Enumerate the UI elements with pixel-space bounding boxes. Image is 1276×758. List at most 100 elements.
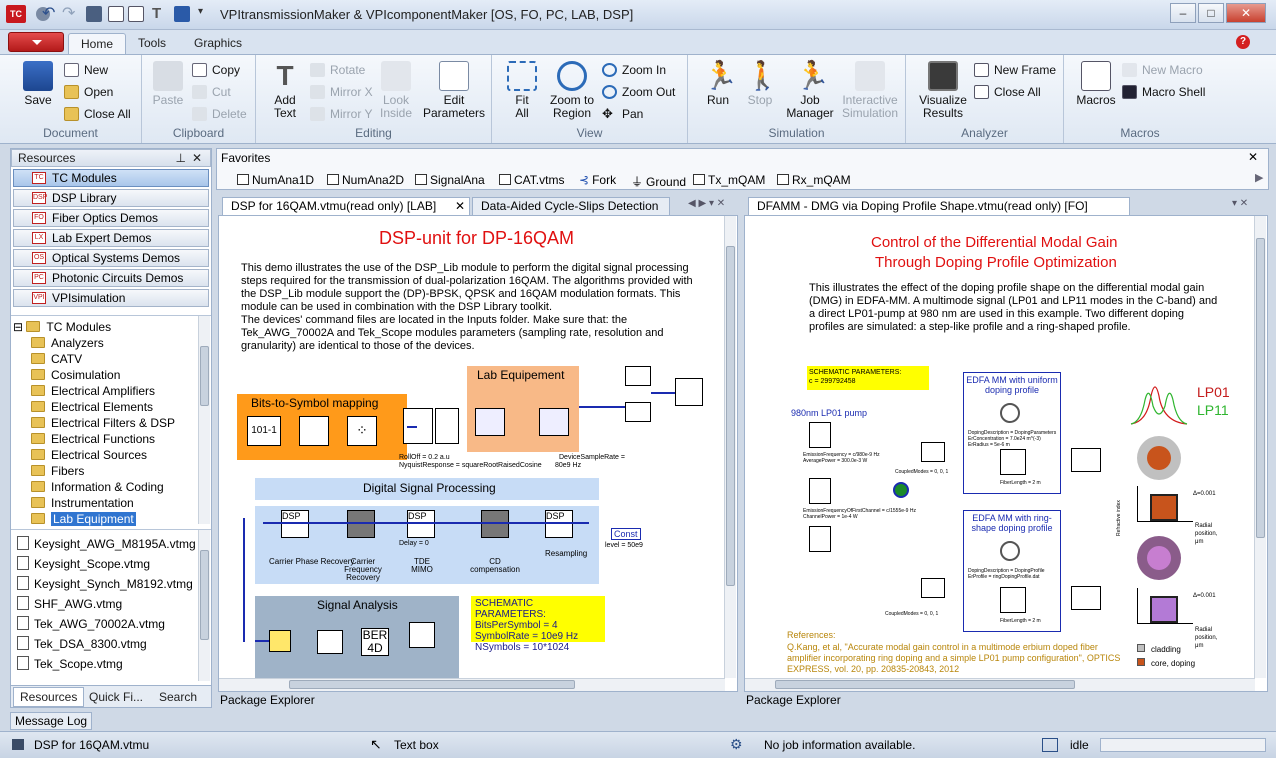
dsp-block-cd[interactable] — [481, 510, 509, 538]
resource-photonic-circuits-demos[interactable]: PC Photonic Circuits Demos — [13, 269, 209, 287]
ber-block[interactable]: BER 4D — [361, 628, 389, 656]
signal-source-block-1[interactable] — [809, 478, 831, 504]
right-tab-nav-icons[interactable]: ▾ ✕ — [1232, 198, 1248, 209]
tree-scrollbar[interactable] — [198, 316, 210, 524]
scroll-thumb[interactable] — [200, 550, 209, 640]
tree-item[interactable]: Fibers — [31, 463, 84, 479]
close-button[interactable]: ✕ — [1226, 3, 1266, 23]
constellation-block[interactable]: ⁘ — [347, 416, 377, 446]
right-document-canvas[interactable]: Control of the Differential Modal Gain T… — [744, 215, 1268, 692]
fav-numana1d[interactable]: NumAna1D — [237, 173, 314, 187]
resource-optical-systems-demos[interactable]: OS Optical Systems Demos — [13, 249, 209, 267]
fav-fork[interactable]: ⊰ Fork — [579, 173, 616, 187]
resource-dsp-library[interactable]: DSP DSP Library — [13, 189, 209, 207]
redo-icon[interactable]: ↷ — [62, 6, 78, 22]
awg-block[interactable] — [475, 408, 505, 436]
mapper-block[interactable] — [299, 416, 329, 446]
rotate-button[interactable]: Rotate — [310, 61, 365, 79]
text-icon[interactable]: T — [152, 6, 168, 22]
tree-item[interactable]: Electrical Sources — [31, 447, 147, 463]
file-item[interactable]: Tek_Scope.vtmg — [17, 656, 123, 672]
tree-item[interactable]: Electrical Amplifiers — [31, 383, 155, 399]
resource-tc-modules[interactable]: TC TC Modules — [13, 169, 209, 187]
maximize-button[interactable]: □ — [1198, 3, 1224, 23]
analyzer-block-1[interactable] — [1071, 448, 1101, 472]
close-favorites-icon[interactable]: ✕ — [1248, 150, 1258, 164]
close-all-docs-button[interactable]: Close All — [64, 105, 131, 123]
left-doc-vscroll[interactable] — [724, 216, 736, 678]
analyzer-block-2[interactable] — [1071, 586, 1101, 610]
quick-access-dropdown-icon[interactable]: ▾ — [198, 6, 214, 22]
dsp-block-mimo[interactable]: DSP — [407, 510, 435, 538]
application-menu-button[interactable] — [8, 32, 64, 52]
fav-signalana[interactable]: SignalAna — [415, 173, 485, 187]
new-doc-icon[interactable] — [108, 6, 124, 22]
scroll-thumb[interactable] — [726, 246, 735, 586]
mirror-y-button[interactable]: Mirror Y — [310, 105, 372, 123]
zoom-in-button[interactable]: Zoom In — [602, 61, 666, 79]
minimize-button[interactable]: – — [1170, 3, 1196, 23]
scroll-thumb[interactable] — [775, 680, 1075, 689]
file-item[interactable]: Tek_DSA_8300.vtmg — [17, 636, 147, 652]
fit-all-button[interactable]: Fit All — [500, 61, 544, 120]
package-explorer-left[interactable]: Package Explorer — [220, 693, 315, 707]
visualize-results-button[interactable]: Visualize Results — [914, 61, 972, 120]
const-block[interactable]: Const — [611, 528, 641, 540]
new-button[interactable]: New — [64, 61, 108, 79]
tab-dfamm[interactable]: DFAMM - DMG via Doping Profile Shape.vtm… — [748, 197, 1130, 215]
analyzer-block[interactable] — [675, 378, 703, 406]
scope-block[interactable] — [539, 408, 569, 436]
tab-tools[interactable]: Tools — [126, 33, 178, 54]
tree-item-selected[interactable]: Lab Equipment — [31, 511, 136, 527]
close-tab-icon[interactable]: ✕ — [455, 198, 465, 214]
new-frame-button[interactable]: New Frame — [974, 61, 1056, 79]
edit-parameters-button[interactable]: Edit Parameters — [420, 61, 488, 120]
sa-block-1[interactable] — [269, 630, 291, 652]
add-text-button[interactable]: T Add Text — [264, 61, 306, 120]
fav-rx-mqam[interactable]: Rx_mQAM — [777, 173, 851, 187]
save-button[interactable]: Save — [18, 61, 58, 107]
fav-ground[interactable]: ⏚ Ground — [631, 173, 686, 190]
close-panel-icon[interactable]: ✕ — [192, 150, 202, 166]
receiver-block-2[interactable] — [625, 402, 651, 422]
coupler-icon[interactable] — [893, 482, 909, 498]
tab-search[interactable]: Search — [153, 688, 203, 706]
sa-block-2[interactable] — [317, 630, 343, 654]
dsp-block-cfr[interactable] — [347, 510, 375, 538]
mode-coupler-1[interactable] — [921, 442, 945, 462]
file-item[interactable]: Keysight_Synch_M8192.vtmg — [17, 576, 193, 592]
fav-cat[interactable]: CAT.vtms — [499, 173, 564, 187]
file-item[interactable]: Tek_AWG_70002A.vtmg — [17, 616, 165, 632]
receiver-block-1[interactable] — [625, 366, 651, 386]
paste-button[interactable]: Paste — [148, 61, 188, 107]
new-macro-button[interactable]: New Macro — [1122, 61, 1203, 79]
scroll-thumb[interactable] — [200, 346, 209, 406]
file-list-scrollbar[interactable] — [198, 530, 210, 681]
tab-dsp-16qam[interactable]: DSP for 16QAM.vtmu(read only) [LAB] ✕ — [222, 197, 470, 215]
edfa-block-2[interactable] — [1000, 587, 1026, 613]
right-doc-vscroll[interactable] — [1254, 216, 1266, 678]
resource-fiber-optics-demos[interactable]: FO Fiber Optics Demos — [13, 209, 209, 227]
scroll-thumb[interactable] — [289, 680, 575, 689]
left-doc-hscroll[interactable] — [219, 678, 725, 691]
interactive-simulation-button[interactable]: Interactive Simulation — [838, 61, 902, 120]
macros-button[interactable]: Macros — [1072, 61, 1120, 107]
resource-vpisimulation[interactable]: VPI VPIsimulation — [13, 289, 209, 307]
mirror-x-button[interactable]: Mirror X — [310, 83, 373, 101]
copy-doc-icon[interactable] — [128, 6, 144, 22]
filter-block[interactable] — [435, 408, 459, 444]
zoom-out-button[interactable]: Zoom Out — [602, 83, 675, 101]
pump-source-block[interactable] — [809, 422, 831, 448]
copy-button[interactable]: Copy — [192, 61, 240, 79]
tab-cycle-slips[interactable]: Data-Aided Cycle-Slips Detection — [472, 197, 670, 215]
file-item[interactable]: Keysight_Scope.vtmg — [17, 556, 150, 572]
tree-item[interactable]: Cosimulation — [31, 367, 120, 383]
left-document-canvas[interactable]: DSP-unit for DP-16QAM This demo illustra… — [218, 215, 738, 692]
close-all-frames-button[interactable]: Close All — [974, 83, 1041, 101]
fav-numana2d[interactable]: NumAna2D — [327, 173, 404, 187]
look-inside-button[interactable]: Look Inside — [376, 61, 416, 120]
fav-tx-mqam[interactable]: Tx_mQAM — [693, 173, 765, 187]
sa-analyzer-block[interactable] — [409, 622, 435, 648]
job-manager-button[interactable]: 🏃 Job Manager — [782, 61, 838, 120]
tab-nav-icons[interactable]: ◀ ▶ ▾ ✕ — [688, 198, 725, 209]
